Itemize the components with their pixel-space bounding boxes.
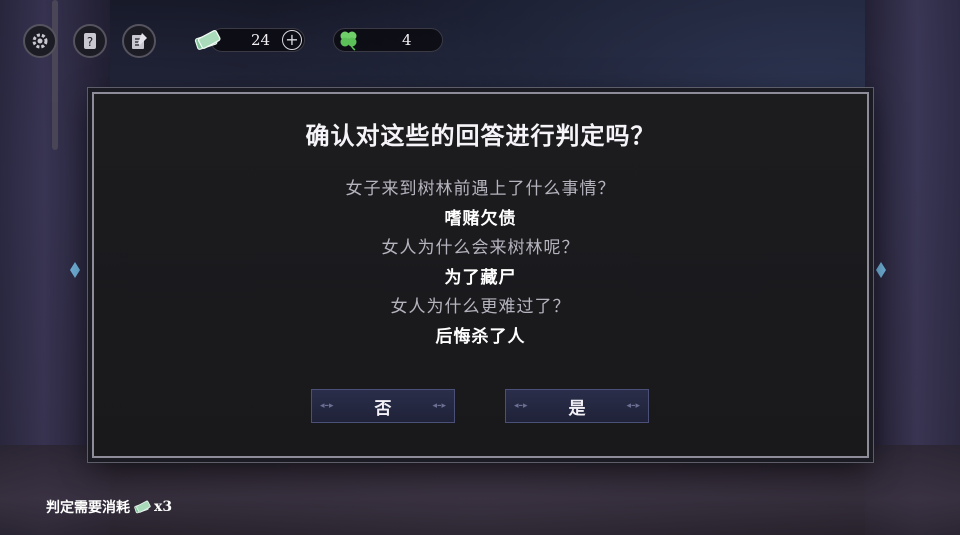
gear-icon: [32, 33, 48, 49]
answer-text: 后悔杀了人: [435, 327, 526, 347]
bill-stack-icon: [134, 500, 151, 514]
qa-item: 女子来到树林前遇上了什么事情？ 嗜赌欠债: [94, 174, 867, 229]
clover-value: 4: [402, 31, 412, 49]
notes-button[interactable]: [122, 24, 156, 58]
yes-button[interactable]: ◂–▸ 是 ◂–▸: [505, 389, 649, 423]
yes-button-label: 是: [568, 398, 586, 419]
cost-amount: x3: [154, 499, 173, 515]
qa-item: 女人为什么更难过了？ 后悔杀了人: [94, 292, 867, 347]
curtain-rope: [52, 0, 58, 150]
help-button[interactable]: ?: [73, 24, 107, 58]
stage-floor: [0, 445, 960, 535]
arrow-ornament-icon: ◂–▸: [626, 401, 640, 411]
add-currency-button[interactable]: +: [282, 30, 302, 50]
answer-text: 嗜赌欠债: [444, 209, 517, 229]
qa-item: 女人为什么会来树林呢？ 为了藏尸: [94, 233, 867, 288]
clover-icon: [340, 31, 357, 51]
arrow-ornament-icon: ◂–▸: [432, 401, 446, 411]
arrow-ornament-icon: ◂–▸: [514, 401, 528, 411]
cost-text: 判定需要消耗: [46, 500, 130, 516]
dialog-title: 确认对这些的回答进行判定吗？: [305, 121, 656, 150]
currency-value: 24: [251, 31, 271, 49]
question-text: 女人为什么更难过了？: [390, 297, 571, 317]
arrow-ornament-icon: ◂–▸: [320, 401, 334, 411]
no-button-label: 否: [374, 398, 392, 419]
question-text: 女子来到树林前遇上了什么事情？: [345, 179, 616, 199]
cost-notice: 判定需要消耗 x3: [46, 497, 172, 517]
question-card-icon: ?: [84, 33, 96, 49]
svg-text:?: ?: [87, 35, 93, 49]
question-text: 女人为什么会来树林呢？: [381, 238, 580, 258]
no-button[interactable]: ◂–▸ 否 ◂–▸: [311, 389, 455, 423]
plus-icon: +: [285, 30, 299, 49]
left-gem-ornament: [70, 262, 80, 278]
bill-stack-icon: [194, 29, 221, 50]
notebook-icon: [132, 33, 147, 49]
settings-button[interactable]: [23, 24, 57, 58]
answer-text: 为了藏尸: [444, 268, 517, 288]
right-gem-ornament: [876, 262, 886, 278]
currency-counter: 24 +: [210, 28, 305, 52]
confirm-dialog: 确认对这些的回答进行判定吗？ 女子来到树林前遇上了什么事情？ 嗜赌欠债 女人为什…: [94, 94, 867, 456]
